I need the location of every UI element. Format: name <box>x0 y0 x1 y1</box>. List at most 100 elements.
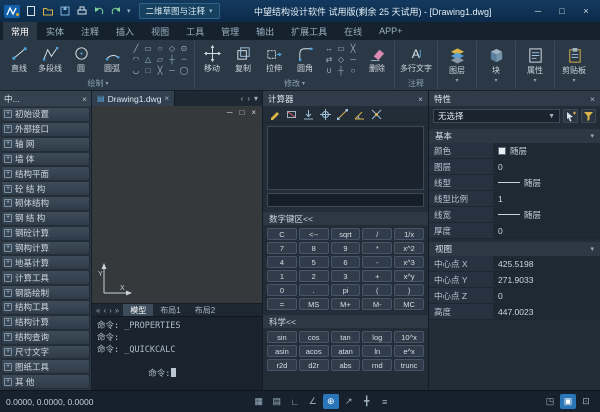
ribbon-tab[interactable]: 常用 <box>3 22 37 40</box>
palette-item[interactable]: 初始设置 <box>1 107 90 122</box>
layout-nav-icon[interactable]: » <box>115 306 119 315</box>
palette-item[interactable]: 钢筋绘制 <box>1 285 90 300</box>
ribbon-tab[interactable]: 输出 <box>248 22 282 40</box>
calc-sci-key[interactable]: log <box>362 331 392 343</box>
ribbon-tab[interactable]: 实体 <box>38 22 72 40</box>
status-right-icon[interactable]: ⊡ <box>578 394 594 409</box>
calc-key[interactable]: 6 <box>331 256 361 268</box>
status-toggle-icon[interactable]: ∠ <box>305 394 321 409</box>
calc-key[interactable]: * <box>362 242 392 254</box>
modify-tool-icon[interactable]: ↔ <box>323 43 335 54</box>
layout-nav-icon[interactable]: ‹ <box>103 306 106 315</box>
quick-select-icon[interactable] <box>581 109 596 123</box>
layout-tab[interactable]: 布局2 <box>188 304 222 316</box>
save-icon[interactable] <box>57 4 72 19</box>
palette-item[interactable]: 轴 网 <box>1 137 90 152</box>
calc-sci-key[interactable]: r2d <box>267 359 297 371</box>
select-objects-icon[interactable] <box>563 109 578 123</box>
calc-sci-key[interactable]: abs <box>331 359 361 371</box>
draw-tool-icon[interactable]: ▭ <box>142 43 154 54</box>
center-z-value[interactable]: 0 <box>493 288 600 303</box>
ribbon-tab[interactable]: 插入 <box>108 22 142 40</box>
scientific-section-header[interactable]: 科学<< <box>263 315 428 328</box>
palette-item[interactable]: 其 他 <box>1 374 90 389</box>
fillet-button[interactable]: 圆角 <box>290 44 320 75</box>
calc-key[interactable]: 4 <box>267 256 297 268</box>
ribbon-tab[interactable]: 管理 <box>213 22 247 40</box>
draw-tool-icon[interactable]: ◡ <box>130 65 142 76</box>
palette-item[interactable]: 结构计算 <box>1 315 90 330</box>
layer-value[interactable]: 0 <box>493 159 600 174</box>
status-toggle-icon[interactable]: ↗ <box>341 394 357 409</box>
calc-key[interactable]: 9 <box>331 242 361 254</box>
calc-key[interactable]: M+ <box>331 298 361 310</box>
palette-item[interactable]: 计算工具 <box>1 270 90 285</box>
palette-item[interactable]: 结构查询 <box>1 330 90 345</box>
modify-panel-label[interactable]: 修改 ▾ <box>197 77 392 89</box>
calc-key[interactable]: M- <box>362 298 392 310</box>
status-right-icon[interactable]: ▣ <box>560 394 576 409</box>
calc-key[interactable]: pi <box>331 284 361 296</box>
calc-sci-key[interactable]: e^x <box>394 345 424 357</box>
draw-tool-icon[interactable]: ○ <box>154 43 166 54</box>
paste-value-icon[interactable] <box>302 108 315 121</box>
mtext-button[interactable]: A 多行文字 <box>397 44 435 75</box>
center-y-value[interactable]: 271.9033 <box>493 272 600 287</box>
ribbon-tab[interactable]: 工具 <box>178 22 212 40</box>
calc-key[interactable]: - <box>362 256 392 268</box>
numpad-section-header[interactable]: 数字键区<< <box>263 212 428 225</box>
calc-key[interactable]: 0 <box>267 284 297 296</box>
erase-button[interactable]: 删除 <box>362 44 392 75</box>
modify-tool-icon[interactable]: ⇄ <box>323 54 335 65</box>
status-toggle-icon[interactable]: ▤ <box>269 394 285 409</box>
calc-sci-key[interactable]: acos <box>299 345 329 357</box>
calc-sci-key[interactable]: asin <box>267 345 297 357</box>
properties-close-icon[interactable]: × <box>590 94 595 104</box>
palette-item[interactable]: 墙 体 <box>1 152 90 167</box>
status-toggle-icon[interactable]: ∟ <box>287 394 303 409</box>
calc-key[interactable]: MS <box>299 298 329 310</box>
calculator-input[interactable] <box>267 193 424 207</box>
status-toggle-icon[interactable]: ⊕ <box>323 394 339 409</box>
draw-tool-icon[interactable]: ▱ <box>154 54 166 65</box>
calculator-history[interactable] <box>267 126 424 190</box>
tab-scroll-left-icon[interactable]: ‹ <box>241 94 244 103</box>
calc-key[interactable]: / <box>362 228 392 240</box>
calc-sci-key[interactable]: trunc <box>394 359 424 371</box>
ribbon-tab[interactable]: 视图 <box>143 22 177 40</box>
calc-sci-key[interactable]: d2r <box>299 359 329 371</box>
palette-item[interactable]: 图纸工具 <box>1 359 90 374</box>
close-button[interactable]: × <box>574 2 598 20</box>
color-value[interactable]: 随层 <box>493 143 600 158</box>
palette-item[interactable]: 地基计算 <box>1 255 90 270</box>
calc-sci-key[interactable]: ln <box>362 345 392 357</box>
get-coordinates-icon[interactable] <box>319 108 332 121</box>
arc-button[interactable]: 圆弧 <box>97 44 127 75</box>
clipboard-button[interactable]: 剪贴板 ▾ <box>557 47 591 84</box>
draw-tool-icon[interactable]: ◇ <box>166 43 178 54</box>
layout-nav-icon[interactable]: › <box>109 306 112 315</box>
calc-key[interactable]: sqrt <box>331 228 361 240</box>
copy-button[interactable]: 复制 <box>228 44 258 75</box>
calc-key[interactable]: ( <box>362 284 392 296</box>
draw-tool-icon[interactable]: ┄ <box>178 54 190 65</box>
layout-tab[interactable]: 布局1 <box>153 304 187 316</box>
edit-pencil-icon[interactable] <box>268 108 281 121</box>
draw-tool-icon[interactable]: ◠ <box>130 54 142 65</box>
palette-item[interactable]: 结构平面 <box>1 166 90 181</box>
modify-tool-icon[interactable]: ∪ <box>323 65 335 76</box>
calc-key[interactable]: 8 <box>299 242 329 254</box>
draw-tool-icon[interactable]: ╳ <box>154 65 166 76</box>
command-prompt[interactable]: 命令: <box>97 356 257 368</box>
mdi-close-icon[interactable]: × <box>251 108 256 117</box>
maximize-button[interactable]: □ <box>550 2 574 20</box>
calc-sci-key[interactable]: tan <box>331 331 361 343</box>
tab-scroll-right-icon[interactable]: › <box>247 94 250 103</box>
ribbon-tab[interactable]: 扩展工具 <box>283 22 335 40</box>
circle-button[interactable]: 圆 <box>66 44 96 75</box>
calc-key[interactable]: 1 <box>267 270 297 282</box>
redo-icon[interactable] <box>108 4 123 19</box>
modify-tool-icon[interactable]: ╳ <box>347 43 359 54</box>
palette-close-icon[interactable]: × <box>82 94 87 104</box>
status-toggle-icon[interactable]: ▦ <box>251 394 267 409</box>
